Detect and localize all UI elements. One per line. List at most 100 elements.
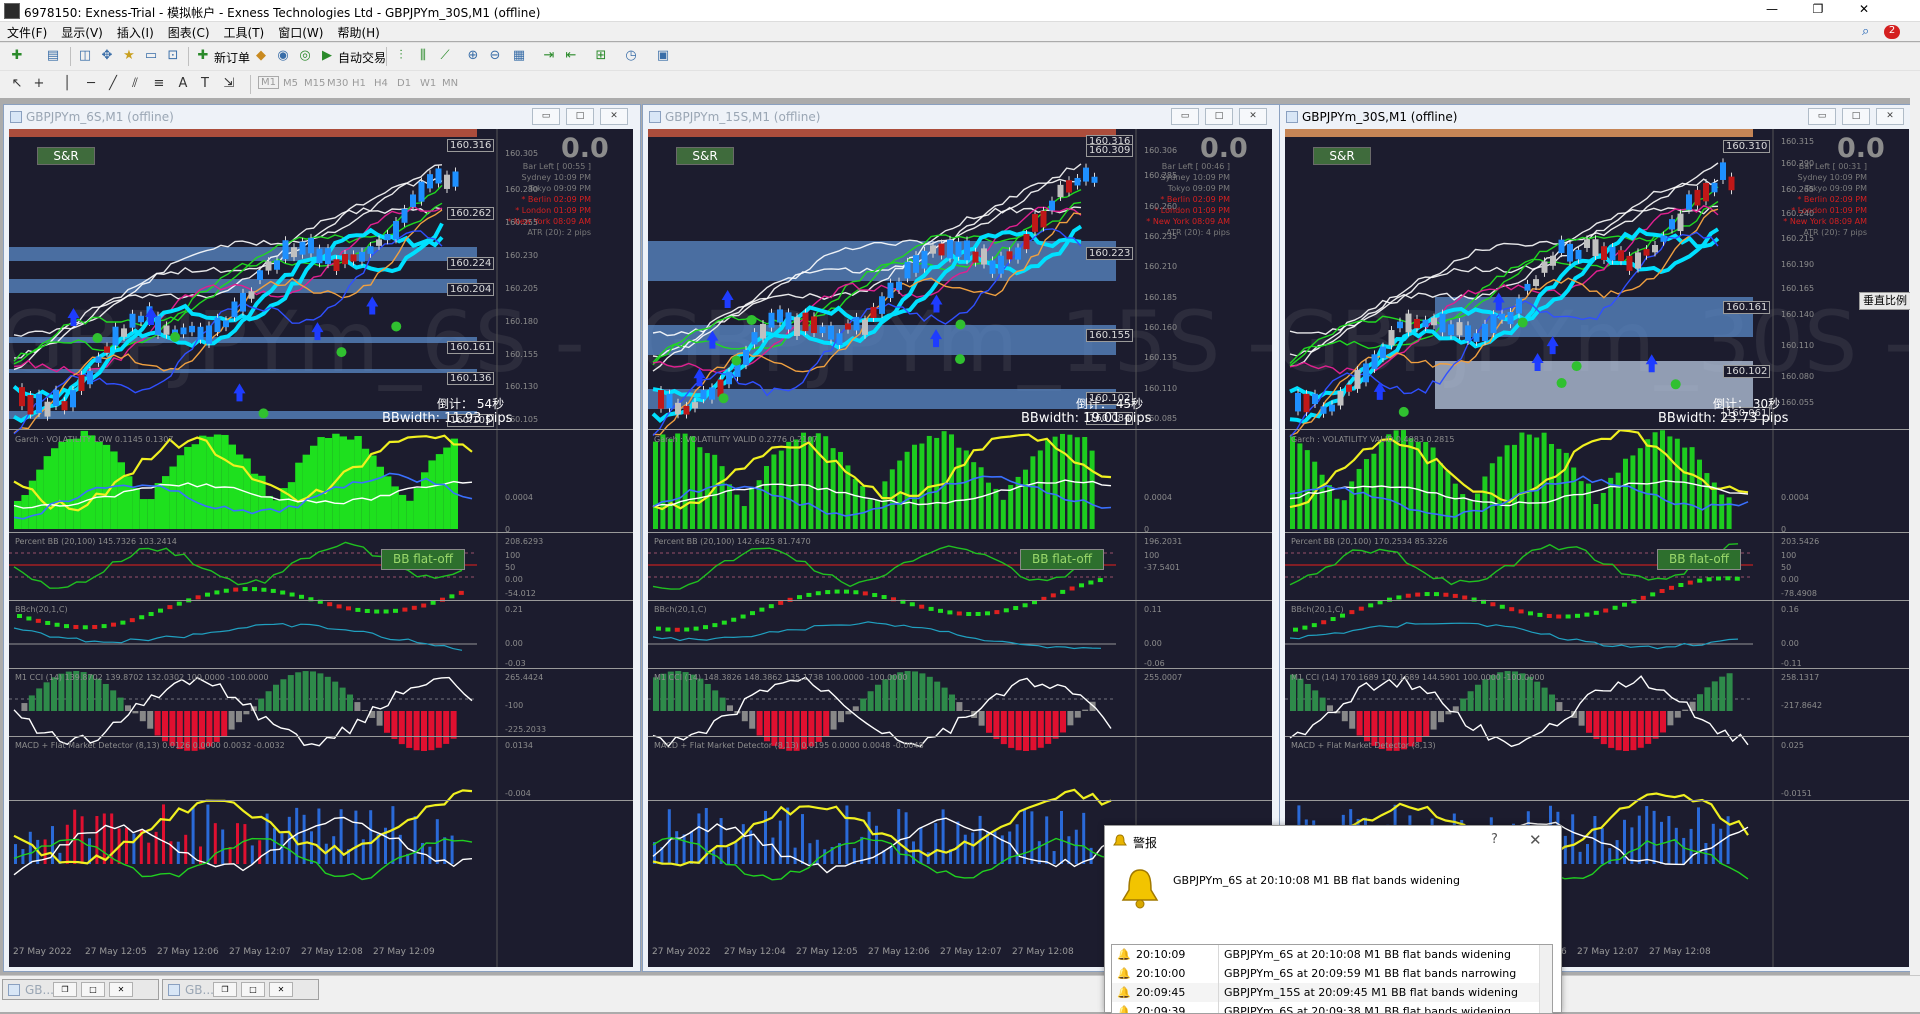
navigator-icon[interactable]: ★ (120, 47, 138, 65)
pane-separator[interactable] (1285, 532, 1909, 533)
pane-separator[interactable] (648, 429, 1272, 430)
vertical-line-icon[interactable]: │ (58, 75, 76, 93)
data-window-icon[interactable]: ✥ (98, 47, 116, 65)
alert-row[interactable]: 🔔 20:10:00 GBPJPYm_6S at 20:09:59 M1 BB fl… (1112, 964, 1540, 984)
line-chart-icon[interactable]: ⟋ (436, 47, 454, 65)
bb-flat-button[interactable]: BB flat-off (381, 549, 465, 570)
auto-trading-icon[interactable]: ▶ (318, 47, 336, 65)
cursor-icon[interactable]: ↖ (8, 75, 26, 93)
maximize-icon[interactable]: □ (81, 982, 105, 997)
minimize-button[interactable]: — (1750, 2, 1794, 19)
trendline-icon[interactable]: ╱ (104, 75, 122, 93)
alert-history-list[interactable]: 🔔 20:10:09 GBPJPYm_6S at 20:10:08 M1 BB fl… (1111, 944, 1553, 1014)
sr-button[interactable]: S&R (1313, 147, 1371, 165)
close-button[interactable]: ✕ (600, 108, 628, 125)
chart-window-header[interactable]: GBPJPYm_30S,M1 (offline) ▭ □ ✕ (1280, 105, 1916, 127)
restore-icon[interactable]: ❐ (53, 982, 77, 997)
vertical-scrollbar[interactable] (1910, 98, 1920, 975)
zoom-in-icon[interactable]: ⊕ (464, 47, 482, 65)
pane-separator[interactable] (9, 668, 633, 669)
periods-icon[interactable]: ◷ (622, 47, 640, 65)
metaeditor-icon[interactable]: ◆ (252, 47, 270, 65)
fibonacci-icon[interactable]: ≡ (150, 75, 168, 93)
timeframe-m30[interactable]: M30 (327, 78, 348, 89)
alert-row[interactable]: 🔔 20:09:39 GBPJPYm_6S at 20:09:38 M1 BB fl… (1112, 1002, 1540, 1013)
menu-file[interactable]: 文件(F) (0, 22, 54, 43)
new-order-icon[interactable]: ✚ (194, 47, 212, 65)
pane-separator[interactable] (9, 800, 633, 801)
signals-icon[interactable]: ◉ (274, 47, 292, 65)
menu-view[interactable]: 显示(V) (54, 22, 110, 43)
sr-button[interactable]: S&R (37, 147, 95, 165)
maximize-button[interactable]: □ (566, 108, 594, 125)
timeframe-d1[interactable]: D1 (397, 78, 411, 89)
profiles-icon[interactable]: ▤ (44, 47, 62, 65)
close-button[interactable]: ✕ (1842, 2, 1886, 19)
restore-button[interactable]: ❐ (1796, 2, 1840, 19)
restore-icon[interactable]: ❐ (213, 982, 237, 997)
pane-separator[interactable] (9, 736, 633, 737)
pane-separator[interactable] (648, 800, 1272, 801)
pane-separator[interactable] (1285, 668, 1909, 669)
pane-separator[interactable] (1285, 600, 1909, 601)
terminal-icon[interactable]: ▭ (142, 47, 160, 65)
pane-separator[interactable] (1285, 429, 1909, 430)
pane-separator[interactable] (648, 600, 1272, 601)
channel-icon[interactable]: ⫽ (126, 75, 144, 93)
candlestick-icon[interactable]: ⫼ (414, 47, 432, 65)
pane-separator[interactable] (648, 532, 1272, 533)
timeframe-m1[interactable]: M1 (258, 76, 279, 89)
alert-row[interactable]: 🔔 20:09:45 GBPJPYm_15S at 20:09:45 M1 BB f… (1112, 983, 1540, 1003)
chart-window[interactable]: GBPJPYm_6S,M1 (offline) ▭ □ ✕ GBPJPYm_6S - S… (3, 104, 641, 972)
close-icon[interactable]: ✕ (109, 982, 133, 997)
horizontal-line-icon[interactable]: ─ (82, 75, 100, 93)
new-chart-icon[interactable]: ✚ (8, 47, 26, 65)
strategy-tester-icon[interactable]: ⊡ (164, 47, 182, 65)
tile-windows-icon[interactable]: ▦ (510, 47, 528, 65)
market-icon[interactable]: ◎ (296, 47, 314, 65)
autoscroll-icon[interactable]: ⇤ (562, 47, 580, 65)
text-label-icon[interactable]: T (196, 75, 214, 93)
menu-insert[interactable]: 插入(I) (110, 22, 161, 43)
help-button[interactable]: ? (1491, 832, 1498, 847)
alert-close-button[interactable]: ✕ (1529, 831, 1542, 849)
minimized-chart-tab[interactable]: GB... ❐ □ ✕ (2, 979, 159, 1000)
notification-badge[interactable]: 2 (1884, 25, 1900, 39)
maximize-button[interactable]: □ (1205, 108, 1233, 125)
pane-separator[interactable] (9, 600, 633, 601)
chart-window-header[interactable]: GBPJPYm_15S,M1 (offline) ▭ □ ✕ (643, 105, 1279, 127)
vertical-scale-button[interactable]: 垂直比例 (1859, 292, 1911, 310)
minimize-button[interactable]: ▭ (532, 108, 560, 125)
sr-button[interactable]: S&R (676, 147, 734, 165)
minimize-button[interactable]: ▭ (1808, 108, 1836, 125)
pane-separator[interactable] (1285, 800, 1909, 801)
minimized-chart-tab[interactable]: GB... ❐ □ ✕ (162, 979, 319, 1000)
pane-separator[interactable] (1285, 736, 1909, 737)
alert-row[interactable]: 🔔 20:10:09 GBPJPYm_6S at 20:10:08 M1 BB fl… (1112, 945, 1540, 965)
maximize-button[interactable]: □ (1842, 108, 1870, 125)
bb-flat-button[interactable]: BB flat-off (1657, 549, 1741, 570)
search-icon[interactable]: ⌕ (1862, 24, 1869, 39)
pane-separator[interactable] (648, 668, 1272, 669)
list-scrollbar[interactable] (1539, 945, 1552, 1013)
timeframe-w1[interactable]: W1 (420, 78, 436, 89)
bar-chart-icon[interactable]: ⫶ (392, 47, 410, 65)
pane-separator[interactable] (9, 532, 633, 533)
pane-separator[interactable] (9, 429, 633, 430)
menu-charts[interactable]: 图表(C) (161, 22, 217, 43)
timeframe-h4[interactable]: H4 (374, 78, 388, 89)
zoom-out-icon[interactable]: ⊖ (486, 47, 504, 65)
text-icon[interactable]: A (174, 75, 192, 93)
minimize-button[interactable]: ▭ (1171, 108, 1199, 125)
timeframe-m15[interactable]: M15 (304, 78, 325, 89)
auto-trading-button[interactable]: 自动交易 (338, 49, 386, 66)
new-order-button[interactable]: 新订单 (214, 49, 250, 66)
timeframe-mn[interactable]: MN (442, 78, 458, 89)
menu-window[interactable]: 窗口(W) (271, 22, 330, 43)
chart-shift-icon[interactable]: ⇥ (540, 47, 558, 65)
close-icon[interactable]: ✕ (269, 982, 293, 997)
indicators-icon[interactable]: ⊞ (592, 47, 610, 65)
menu-tools[interactable]: 工具(T) (217, 22, 272, 43)
arrows-icon[interactable]: ⇲ (220, 75, 238, 93)
timeframe-h1[interactable]: H1 (352, 78, 366, 89)
